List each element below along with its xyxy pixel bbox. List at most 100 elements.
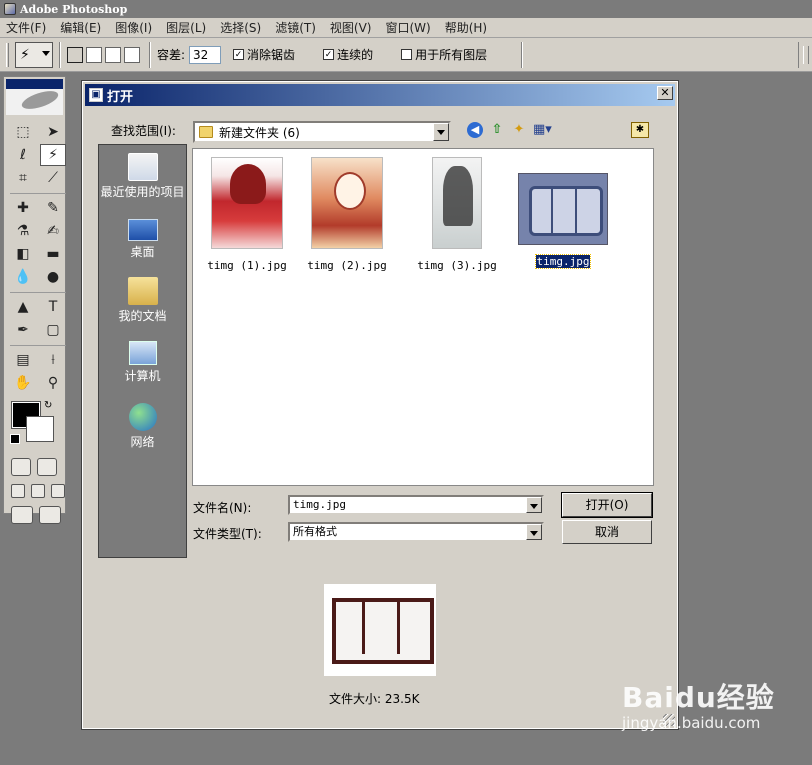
- new-selection-button[interactable]: [67, 46, 83, 63]
- notes-tool-icon[interactable]: ▤: [10, 349, 36, 371]
- standard-mode-button[interactable]: [11, 458, 31, 476]
- look-in-dropdown[interactable]: 新建文件夹 (6): [193, 121, 451, 143]
- tool-preset-picker[interactable]: ⚡: [15, 41, 53, 68]
- file-name-value: timg.jpg: [293, 498, 346, 511]
- file-item[interactable]: timg (2).jpg: [297, 149, 397, 272]
- file-size-text: 文件大小: 23.5K: [329, 692, 420, 706]
- standard-screen-button[interactable]: [11, 484, 25, 498]
- place-recent-label: 最近使用的项目: [100, 185, 185, 199]
- file-item[interactable]: timg (1).jpg: [197, 149, 297, 272]
- history-brush-tool-icon[interactable]: ✍: [40, 220, 66, 242]
- contiguous-check-box[interactable]: ✓: [323, 49, 335, 60]
- place-desktop[interactable]: 桌面: [99, 215, 186, 260]
- dialog-title: 打开: [107, 89, 134, 105]
- file-item[interactable]: timg (3).jpg: [407, 149, 507, 272]
- menu-window[interactable]: 窗口(W): [385, 19, 430, 36]
- view-menu-icon[interactable]: ▦▾: [533, 122, 552, 138]
- hand-tool-icon[interactable]: ✋: [10, 372, 36, 394]
- file-name-input[interactable]: timg.jpg: [288, 495, 544, 515]
- menu-file[interactable]: 文件(F): [6, 19, 46, 36]
- zoom-tool-icon[interactable]: ⚲: [40, 372, 66, 394]
- all-layers-check-box[interactable]: [401, 49, 413, 60]
- menu-bar: 文件(F) 编辑(E) 图像(I) 图层(L) 选择(S) 滤镜(T) 视图(V…: [0, 18, 812, 38]
- file-thumbnail: [211, 157, 283, 249]
- options-bar-grip[interactable]: [6, 42, 9, 67]
- toolbox-palette: ⬚ ➤ ℓ ⚡ ⌗ ⟋ ✚ ✎ ⚗ ✍ ◧ ▬ 💧 ● ▲ T ✒ ▢ ▤ ⟊ ✋ ⚲ ↻: [3, 76, 66, 524]
- marquee-tool-icon[interactable]: ⬚: [10, 121, 36, 143]
- open-button[interactable]: 打开(O): [561, 492, 653, 518]
- toolbox-header-logo[interactable]: [6, 79, 63, 115]
- file-type-label: 文件类型(T):: [193, 527, 262, 541]
- shape-tool-icon[interactable]: ▢: [40, 319, 66, 341]
- place-documents[interactable]: 我的文档: [99, 277, 186, 324]
- gradient-tool-icon[interactable]: ▬: [40, 243, 66, 265]
- slice-tool-icon[interactable]: ⟋: [40, 167, 66, 189]
- add-to-selection-button[interactable]: [86, 46, 102, 63]
- open-file-dialog: ▣ 打开 ✕ 查找范围(I): 新建文件夹 (6) ◀ ⇧ ✦ ▦▾ ✱ 最近使…: [81, 80, 679, 730]
- contiguous-checkbox[interactable]: ✓ 连续的: [323, 46, 373, 63]
- file-name-dropdown-arrow[interactable]: [526, 497, 542, 513]
- type-tool-icon[interactable]: T: [40, 296, 66, 318]
- new-folder-icon[interactable]: ✦: [511, 122, 527, 138]
- all-layers-checkbox[interactable]: 用于所有图层: [401, 46, 487, 63]
- jump-to-imageready-button[interactable]: [11, 506, 33, 524]
- intersect-selection-button[interactable]: [124, 46, 140, 63]
- magic-wand-tool-icon[interactable]: ⚡: [40, 144, 66, 166]
- folder-icon: [199, 126, 213, 138]
- mask-mode-row: [11, 458, 65, 476]
- eyedropper-tool-icon[interactable]: ⟊: [40, 349, 66, 371]
- menu-help[interactable]: 帮助(H): [445, 19, 487, 36]
- tool-group-separator: [10, 190, 66, 194]
- edit-in-imageready-button[interactable]: [39, 506, 61, 524]
- menu-image[interactable]: 图像(I): [115, 19, 152, 36]
- antialias-checkbox[interactable]: ✓ 消除锯齿: [233, 46, 295, 63]
- menu-view[interactable]: 视图(V): [330, 19, 372, 36]
- eraser-tool-icon[interactable]: ◧: [10, 243, 36, 265]
- move-tool-icon[interactable]: ➤: [40, 121, 66, 143]
- up-folder-icon[interactable]: ⇧: [489, 122, 505, 138]
- tool-grid: ⬚ ➤ ℓ ⚡ ⌗ ⟋ ✚ ✎ ⚗ ✍ ◧ ▬ 💧 ● ▲ T ✒ ▢ ▤ ⟊ ✋ ⚲: [4, 117, 66, 394]
- path-select-tool-icon[interactable]: ▲: [10, 296, 36, 318]
- subtract-from-selection-button[interactable]: [105, 46, 121, 63]
- menu-filter[interactable]: 滤镜(T): [275, 19, 316, 36]
- menu-edit[interactable]: 编辑(E): [60, 19, 101, 36]
- blur-tool-icon[interactable]: 💧: [10, 266, 36, 288]
- antialias-check-box[interactable]: ✓: [233, 49, 245, 60]
- file-type-dropdown[interactable]: 所有格式: [288, 522, 544, 542]
- crop-tool-icon[interactable]: ⌗: [10, 167, 36, 189]
- app-title: Adobe Photoshop: [20, 2, 128, 16]
- file-type-dropdown-arrow[interactable]: [526, 524, 542, 540]
- pen-tool-icon[interactable]: ✒: [10, 319, 36, 341]
- desktop-shortcut-icon[interactable]: ✱: [631, 122, 649, 138]
- full-screen-menu-button[interactable]: [31, 484, 45, 498]
- lasso-tool-icon[interactable]: ℓ: [10, 144, 36, 166]
- back-icon[interactable]: ◀: [467, 122, 483, 138]
- dialog-title-bar[interactable]: ▣ 打开: [85, 84, 675, 106]
- dodge-tool-icon[interactable]: ●: [40, 266, 66, 288]
- default-colors-icon[interactable]: [10, 434, 20, 444]
- stamp-tool-icon[interactable]: ⚗: [10, 220, 36, 242]
- menu-select[interactable]: 选择(S): [220, 19, 261, 36]
- place-network[interactable]: 网络: [99, 403, 186, 450]
- baidu-jingyan-logo: Baidu经验: [622, 681, 775, 714]
- swap-colors-icon[interactable]: ↻: [44, 400, 52, 411]
- background-color-swatch[interactable]: [26, 416, 54, 442]
- quick-mask-mode-button[interactable]: [37, 458, 57, 476]
- full-screen-button[interactable]: [51, 484, 65, 498]
- dialog-close-button[interactable]: ✕: [657, 86, 673, 100]
- menu-layer[interactable]: 图层(L): [166, 19, 206, 36]
- all-layers-label: 用于所有图层: [415, 48, 488, 62]
- file-list[interactable]: timg (1).jpg timg (2).jpg timg (3).jpg t…: [192, 148, 654, 486]
- brush-tool-icon[interactable]: ✎: [40, 197, 66, 219]
- file-item-selected[interactable]: timg.jpg: [513, 149, 613, 269]
- my-documents-icon: [127, 277, 158, 305]
- place-recent[interactable]: 最近使用的项目: [99, 153, 186, 200]
- tolerance-input[interactable]: 32: [189, 45, 222, 64]
- place-computer[interactable]: 计算机: [99, 341, 186, 384]
- palette-well-grip[interactable]: [798, 42, 812, 68]
- file-thumbnail: [518, 173, 608, 245]
- computer-icon: [128, 341, 157, 365]
- look-in-dropdown-arrow[interactable]: [433, 123, 449, 141]
- healing-brush-tool-icon[interactable]: ✚: [10, 197, 36, 219]
- cancel-button[interactable]: 取消: [562, 520, 652, 544]
